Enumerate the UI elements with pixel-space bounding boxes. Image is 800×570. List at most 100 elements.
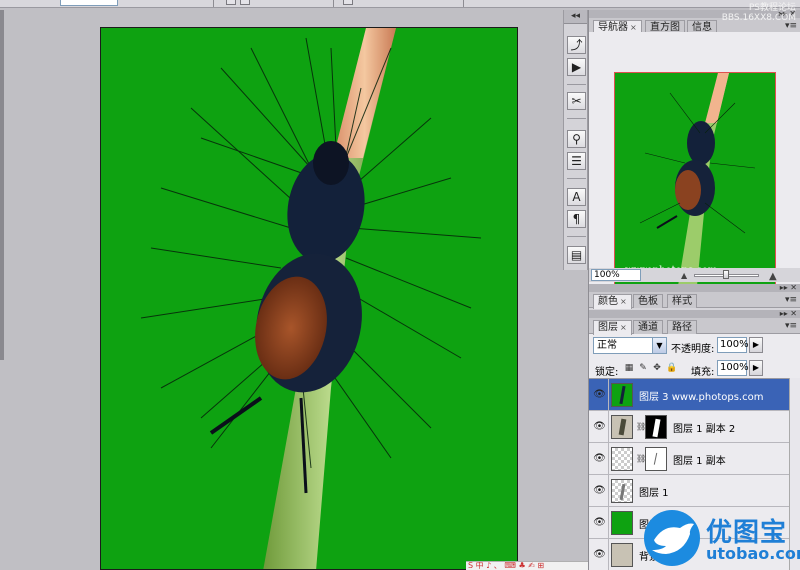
layer-thumbnail <box>611 383 633 407</box>
panels-column: ▸▸ ✕ 导航器× 直方图 信息 ▾≡ www.photops.com <box>588 9 800 570</box>
ime-toolbar[interactable]: S 中 ♪ 、 ⌨ ♣ ✍ ⊞ <box>466 561 588 570</box>
zoom-in-icon[interactable]: ▲ <box>769 271 777 282</box>
zoom-out-icon[interactable]: ▲ <box>681 271 687 280</box>
zoom-field[interactable]: 100% <box>591 269 641 281</box>
layer-row[interactable]: 👁 ⛓ 图层 1 副本 <box>589 443 789 475</box>
watermark-line: BBS.16XX8.COM <box>721 13 796 23</box>
opacity-label: 不透明度: <box>671 344 715 355</box>
watermark-line: PS教程论坛 <box>748 3 796 13</box>
tab-paths[interactable]: 路径 <box>667 320 697 334</box>
paragraph-icon[interactable]: ¶ <box>567 210 586 228</box>
eye-icon[interactable]: 👁 <box>591 443 609 474</box>
tab-styles[interactable]: 样式 <box>667 294 697 308</box>
layer-thumbnail <box>611 543 633 567</box>
layer-row[interactable]: 👁 ⛓ 图层 1 副本 2 <box>589 411 789 443</box>
eye-icon[interactable]: 👁 <box>591 475 609 506</box>
notes-icon[interactable]: ▤ <box>567 246 586 264</box>
eye-icon[interactable]: 👁 <box>591 507 609 538</box>
fill-field[interactable]: 100% <box>717 360 749 376</box>
tools-scissors-icon[interactable]: ✂ <box>567 92 586 110</box>
tab-label: 图层 <box>598 322 618 333</box>
layer-name[interactable]: 图层 1 副本 <box>673 452 726 467</box>
lock-pixels-icon[interactable]: ✎ <box>638 363 648 373</box>
panel-group-header[interactable]: ▸▸ ✕ <box>589 309 800 318</box>
eye-icon[interactable]: 👁 <box>591 411 609 442</box>
navigator-thumbnail[interactable]: www.photops.com <box>614 72 776 285</box>
eye-icon[interactable]: 👁 <box>591 379 609 410</box>
layer-name[interactable]: 图层 1 副本 2 <box>673 420 735 435</box>
tab-label: 路径 <box>672 322 692 333</box>
lock-all-icon[interactable]: 🔒 <box>666 363 677 373</box>
tab-layers[interactable]: 图层 × <box>593 320 632 335</box>
options-size-field[interactable] <box>60 0 118 6</box>
chevron-down-icon[interactable]: ▼ <box>652 338 666 353</box>
layer-row[interactable]: 👁 图层 3 www.photops.com <box>589 379 789 411</box>
caterpillar-image <box>140 28 482 569</box>
fill-slider-button[interactable]: ▶ <box>749 360 763 376</box>
close-icon[interactable]: × <box>620 297 627 306</box>
blend-mode-value: 正常 <box>597 340 617 351</box>
layer-thumbnail <box>611 511 633 535</box>
tab-color[interactable]: 颜色 × <box>593 294 632 309</box>
layer-mask-thumbnail[interactable] <box>645 447 667 471</box>
panel-icon-dock: ◂◂ ⤴ ▶ ✂ ⚲ ☰ A ¶ ▤ <box>563 10 588 270</box>
workspace-edge <box>0 10 4 360</box>
panel-collapse-icon[interactable]: ▸▸ ✕ <box>780 283 797 292</box>
actions-play-icon[interactable]: ▶ <box>567 58 586 76</box>
character-icon[interactable]: A <box>567 188 586 206</box>
layer-name[interactable]: 图层 3 www.photops.com <box>639 388 763 403</box>
close-icon[interactable]: × <box>620 323 627 332</box>
zoom-slider-handle[interactable] <box>723 270 729 279</box>
navigator-preview-image <box>639 73 756 284</box>
stack-icon[interactable]: ☰ <box>567 152 586 170</box>
dock-collapse-button[interactable]: ◂◂ <box>564 10 587 24</box>
panel-collapse-icon[interactable]: ▸▸ ✕ <box>780 309 797 318</box>
tab-label: 样式 <box>672 296 692 307</box>
logo-domain-text: utobao.com <box>706 544 800 563</box>
close-icon[interactable]: × <box>630 23 637 32</box>
lock-transparency-icon[interactable]: ▦ <box>624 363 634 373</box>
blend-mode-select[interactable]: 正常 ▼ <box>593 337 667 354</box>
options-separator <box>213 0 214 7</box>
tab-channels[interactable]: 通道 <box>633 320 663 334</box>
layer-thumbnail <box>611 479 633 503</box>
navigator-panel: www.photops.com <box>589 32 800 290</box>
document-canvas[interactable] <box>100 27 518 570</box>
color-panel: ▸▸ ✕ 颜色 × 色板 样式 ▾≡ <box>589 283 800 309</box>
opacity-slider-button[interactable]: ▶ <box>749 337 763 353</box>
panel-menu-icon[interactable]: ▾≡ <box>785 321 797 331</box>
utobao-logo: 优图宝 utobao.com <box>644 510 800 570</box>
opacity-field[interactable]: 100% <box>717 337 749 353</box>
fill-label: 填充: <box>691 367 715 378</box>
dock-separator <box>567 118 586 119</box>
lock-position-icon[interactable]: ✥ <box>652 363 662 373</box>
layers-tabbar: 图层 × 通道 路径 ▾≡ <box>589 318 800 335</box>
clone-source-icon[interactable]: ⚲ <box>567 130 586 148</box>
lock-label: 锁定: <box>595 367 619 378</box>
panel-group-header[interactable]: ▸▸ ✕ <box>589 283 800 292</box>
history-brush-icon[interactable]: ⤴ <box>567 36 586 54</box>
options-separator <box>333 0 334 7</box>
panel-menu-icon[interactable]: ▾≡ <box>785 295 797 305</box>
options-bar <box>0 0 800 8</box>
tab-label: 色板 <box>638 296 658 307</box>
tool-option-icon-2[interactable] <box>240 0 250 5</box>
tool-option-icon-1[interactable] <box>226 0 236 5</box>
options-separator <box>463 0 464 7</box>
tab-label: 颜色 <box>598 296 618 307</box>
color-tabbar: 颜色 × 色板 样式 ▾≡ <box>589 292 800 309</box>
layer-thumbnail <box>611 447 633 471</box>
forum-watermark: PS教程论坛 BBS.16XX8.COM <box>722 3 796 23</box>
dock-separator <box>567 84 586 85</box>
layer-row[interactable]: 👁 图层 1 <box>589 475 789 507</box>
layer-thumbnail <box>611 415 633 439</box>
layer-name[interactable]: 图层 1 <box>639 484 669 499</box>
dock-separator <box>567 178 586 179</box>
bird-logo-icon <box>644 510 700 566</box>
layer-mask-thumbnail[interactable] <box>645 415 667 439</box>
dock-separator <box>567 236 586 237</box>
tool-option-icon-3[interactable] <box>343 0 353 5</box>
tab-label: 通道 <box>638 322 658 333</box>
tab-swatches[interactable]: 色板 <box>633 294 663 308</box>
eye-icon[interactable]: 👁 <box>591 539 609 570</box>
